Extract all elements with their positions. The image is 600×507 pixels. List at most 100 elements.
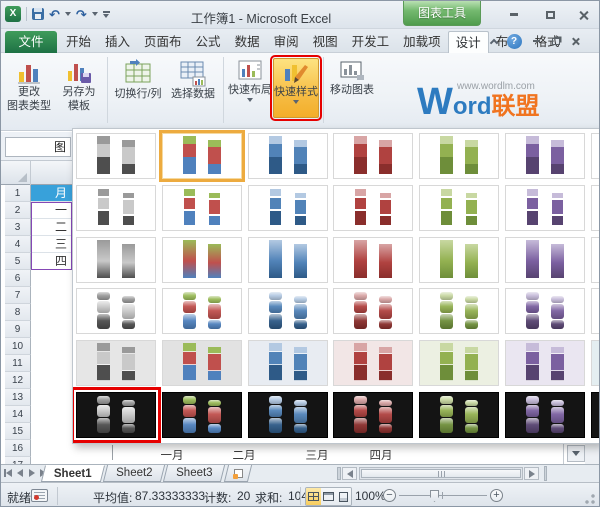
select-data-button[interactable]: 选择数据 <box>167 57 219 119</box>
style-thumbnail-bevel-aqua[interactable] <box>591 288 600 334</box>
undo-icon[interactable]: ↶ <box>49 8 60 21</box>
row-header-15[interactable]: 15 <box>5 423 31 440</box>
tab-数据[interactable]: 数据 <box>228 31 267 53</box>
style-thumbnail-outline-red[interactable] <box>333 185 413 231</box>
zoom-in-button[interactable]: + <box>490 489 503 502</box>
row-header-14[interactable]: 14 <box>5 406 31 423</box>
style-thumbnail-flat-red[interactable] <box>333 133 413 179</box>
style-thumbnail-grad-green[interactable] <box>419 237 499 283</box>
tab-视图[interactable]: 视图 <box>306 31 345 53</box>
cell-a3[interactable]: 二 <box>31 219 72 236</box>
zoom-slider-thumb[interactable] <box>430 490 439 502</box>
first-sheet-icon[interactable] <box>4 467 12 479</box>
tab-file[interactable]: 文件 <box>5 31 57 53</box>
row-header-3[interactable]: 3 <box>5 219 31 236</box>
row-header-7[interactable]: 7 <box>5 287 31 304</box>
style-thumbnail-outline-grayscale[interactable] <box>76 185 156 231</box>
workbook-restore-icon[interactable] <box>547 33 565 49</box>
style-thumbnail-tint-grayscale[interactable] <box>76 340 156 386</box>
next-sheet-icon[interactable] <box>28 467 36 479</box>
redo-dropdown-icon[interactable] <box>92 12 98 16</box>
page-layout-view-button[interactable] <box>321 488 336 505</box>
switch-row-column-button[interactable]: 切换行/列 <box>109 57 167 119</box>
sheet-tab-sheet2[interactable]: Sheet2 <box>103 465 166 482</box>
cell-a4[interactable]: 三 <box>31 236 72 253</box>
style-thumbnail-tint-green[interactable] <box>419 340 499 386</box>
style-thumbnail-flat-blue[interactable] <box>248 133 328 179</box>
quick-styles-button[interactable]: 快速样式 <box>273 58 319 118</box>
style-thumbnail-grad-blue[interactable] <box>248 237 328 283</box>
style-thumbnail-dark-blue[interactable] <box>248 392 328 438</box>
move-chart-button[interactable]: 移动图表 <box>327 57 377 119</box>
zoom-slider-track[interactable] <box>399 495 487 496</box>
row-header-5[interactable]: 5 <box>5 253 31 270</box>
tab-开发工[interactable]: 开发工 <box>345 31 397 53</box>
tab-插入[interactable]: 插入 <box>98 31 137 53</box>
style-thumbnail-dark-colorful[interactable] <box>162 392 242 438</box>
style-thumbnail-tint-purple[interactable] <box>505 340 585 386</box>
help-icon[interactable]: ? <box>505 33 523 49</box>
redo-icon[interactable]: ↷ <box>76 8 87 21</box>
collapse-ribbon-icon[interactable] <box>485 33 503 49</box>
style-thumbnail-dark-aqua[interactable] <box>591 392 600 438</box>
row-header-16[interactable]: 16 <box>5 440 31 457</box>
tab-公式[interactable]: 公式 <box>189 31 228 53</box>
row-header-2[interactable]: 2 <box>5 202 31 219</box>
workbook-minimize-icon[interactable] <box>527 33 545 49</box>
tab-页面布[interactable]: 页面布 <box>137 31 189 53</box>
style-thumbnail-bevel-green[interactable] <box>419 288 499 334</box>
style-thumbnail-bevel-colorful[interactable] <box>162 288 242 334</box>
row-header-8[interactable]: 8 <box>5 304 31 321</box>
prev-sheet-icon[interactable] <box>16 467 24 479</box>
style-thumbnail-flat-green[interactable] <box>419 133 499 179</box>
style-thumbnail-grad-colorful[interactable] <box>162 237 242 283</box>
row-header-1[interactable]: 1 <box>5 185 31 202</box>
tab-split-handle[interactable] <box>337 467 341 480</box>
style-thumbnail-outline-purple[interactable] <box>505 185 585 231</box>
style-thumbnail-dark-purple[interactable] <box>505 392 585 438</box>
name-box[interactable]: 图 <box>5 137 71 157</box>
sheet-tab-sheet1[interactable]: Sheet1 <box>41 465 105 482</box>
style-thumbnail-bevel-purple[interactable] <box>505 288 585 334</box>
scroll-split-handle[interactable] <box>544 466 547 481</box>
page-break-view-button[interactable] <box>336 488 351 505</box>
style-thumbnail-flat-grayscale[interactable] <box>76 133 156 179</box>
style-thumbnail-dark-green[interactable] <box>419 392 499 438</box>
row-header-4[interactable]: 4 <box>5 236 31 253</box>
normal-view-button[interactable] <box>306 488 321 505</box>
change-chart-type-button[interactable]: 更改 图表类型 <box>5 57 53 119</box>
style-thumbnail-flat-aqua[interactable] <box>591 133 600 179</box>
select-all-corner[interactable] <box>5 161 31 185</box>
style-thumbnail-grad-red[interactable] <box>333 237 413 283</box>
cell-a2[interactable]: 一 <box>31 202 72 219</box>
style-thumbnail-tint-colorful[interactable] <box>162 340 242 386</box>
macro-record-icon[interactable] <box>31 489 48 502</box>
style-thumbnail-outline-aqua[interactable] <box>591 185 600 231</box>
style-thumbnail-dark-grayscale[interactable] <box>76 392 156 438</box>
style-thumbnail-tint-aqua[interactable] <box>591 340 600 386</box>
style-thumbnail-grad-purple[interactable] <box>505 237 585 283</box>
style-thumbnail-outline-colorful[interactable] <box>162 185 242 231</box>
tab-开始[interactable]: 开始 <box>59 31 98 53</box>
zoom-out-button[interactable]: − <box>383 489 396 502</box>
style-thumbnail-dark-red[interactable] <box>333 392 413 438</box>
tab-设计[interactable]: 设计 <box>448 31 489 53</box>
row-header-13[interactable]: 13 <box>5 389 31 406</box>
customize-qat-icon[interactable] <box>103 11 110 18</box>
style-thumbnail-bevel-blue[interactable] <box>248 288 328 334</box>
insert-sheet-button[interactable] <box>224 465 252 482</box>
row-header-6[interactable]: 6 <box>5 270 31 287</box>
style-thumbnail-outline-blue[interactable] <box>248 185 328 231</box>
row-header-17[interactable]: 17 <box>5 457 31 464</box>
style-thumbnail-tint-red[interactable] <box>333 340 413 386</box>
style-thumbnail-outline-green[interactable] <box>419 185 499 231</box>
minimize-button[interactable] <box>503 7 525 22</box>
hscroll-thumb[interactable] <box>361 469 521 478</box>
style-thumbnail-flat-colorful[interactable] <box>162 133 242 179</box>
quick-layout-button[interactable]: 快速布局 <box>227 57 273 119</box>
style-thumbnail-bevel-red[interactable] <box>333 288 413 334</box>
style-thumbnail-grad-aqua[interactable] <box>591 237 600 283</box>
excel-logo-icon[interactable]: X <box>5 6 21 22</box>
hscroll-left-button[interactable] <box>342 467 357 480</box>
save-as-template-button[interactable]: 另存为 模板 <box>55 57 103 119</box>
